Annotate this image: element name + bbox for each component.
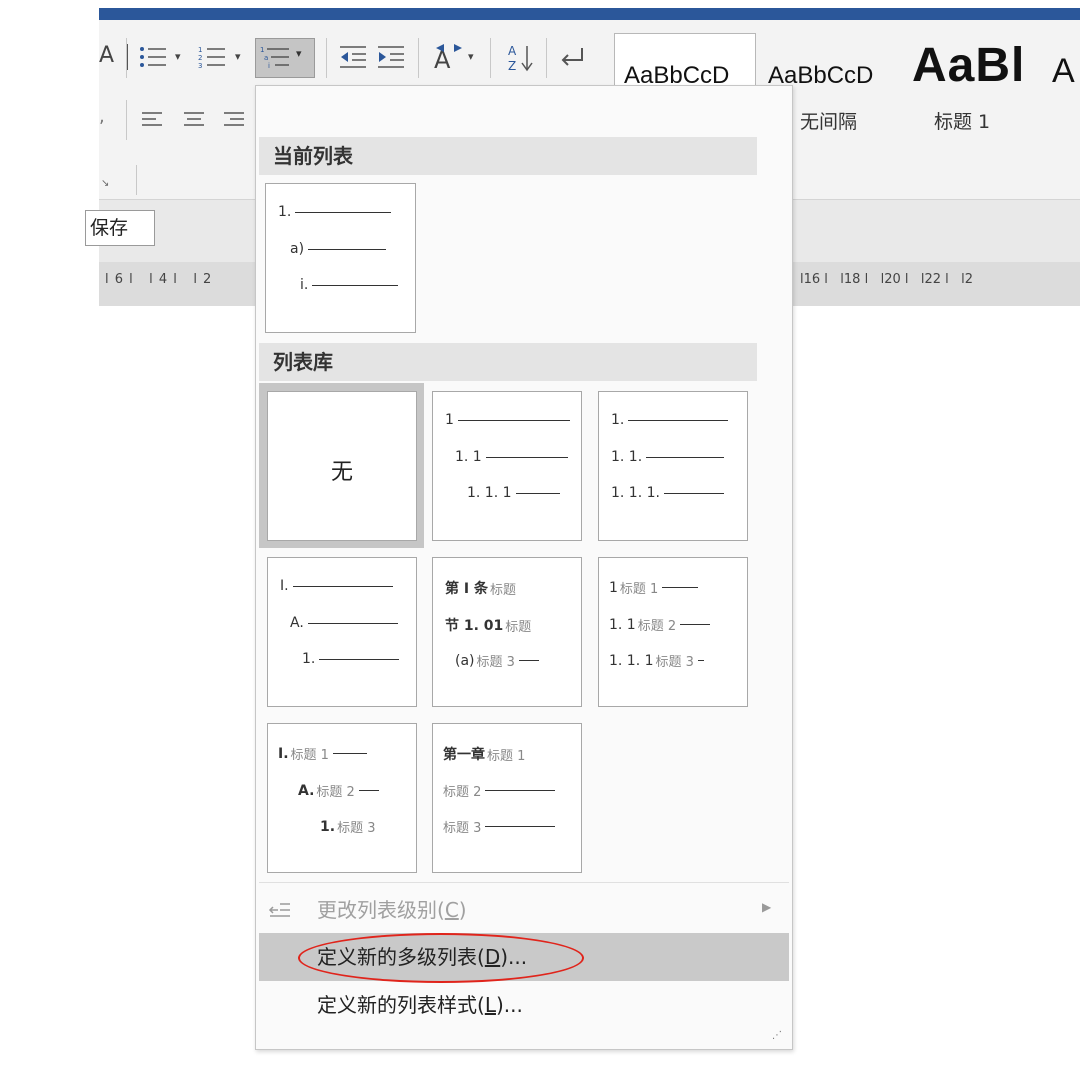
- numbered-list-icon[interactable]: 123: [197, 44, 229, 75]
- separator: [418, 38, 419, 78]
- svg-text:a: a: [264, 54, 268, 62]
- ruler-ticks-right: l16 l l18 l l20 l l22 l l2: [800, 272, 974, 287]
- chevron-down-icon[interactable]: ▾: [175, 50, 181, 63]
- list-level-3: 1. 1. 1: [467, 485, 560, 501]
- separator: [126, 38, 127, 78]
- current-list-header: 当前列表: [259, 137, 757, 175]
- list-level-1: 1.: [611, 412, 729, 428]
- chevron-down-icon[interactable]: ▾: [235, 50, 241, 63]
- chevron-down-icon: ▾: [296, 47, 302, 60]
- change-list-level-item[interactable]: 更改列表级别(C): [259, 886, 789, 934]
- list-level-3: i.: [300, 277, 399, 293]
- list-level-1: I.: [280, 578, 393, 594]
- list-library-tile-chapter[interactable]: 第一章 标题 1 标题 2 标题 3: [432, 723, 582, 873]
- style-label-heading1: 标题 1: [934, 111, 991, 133]
- list-level-1: 第一章 标题 1: [443, 747, 526, 764]
- ruler-ticks-left: l 6 l l 4 l l 2: [105, 272, 213, 287]
- list-level-2: a): [290, 241, 387, 257]
- define-new-list-style-item[interactable]: 定义新的列表样式(L)...: [259, 981, 789, 1029]
- asian-layout-icon[interactable]: A: [432, 42, 466, 76]
- separator: [490, 38, 491, 78]
- align-right-icon[interactable]: [222, 110, 246, 134]
- svg-text:1: 1: [260, 46, 264, 54]
- list-level-2: 1. 1.: [611, 449, 725, 465]
- list-library-tile[interactable]: 1 1. 1 1. 1. 1: [432, 391, 582, 541]
- list-library-tile[interactable]: 1. 1. 1. 1. 1. 1.: [598, 391, 748, 541]
- list-level-3: 1. 1. 1.: [611, 485, 724, 501]
- list-library-tile-headings-roman[interactable]: I. 标题 1 A. 标题 2 1. 标题 3: [267, 723, 417, 873]
- style-label-no-spacing: 无间隔: [800, 111, 858, 133]
- list-level-3: 1. 标题 3: [320, 818, 376, 837]
- svg-text:A: A: [508, 44, 517, 58]
- list-level-1: I. 标题 1: [278, 744, 367, 763]
- svg-text:i: i: [268, 62, 270, 70]
- menu-divider: [259, 882, 789, 883]
- list-level-3: 1.: [302, 651, 400, 667]
- sort-icon[interactable]: AZ: [506, 42, 536, 78]
- resize-grip-icon[interactable]: ⋰: [772, 1030, 782, 1041]
- increase-indent-icon[interactable]: [376, 44, 406, 75]
- list-level-1: 1 标题 1: [609, 578, 699, 597]
- align-center-icon[interactable]: [182, 110, 206, 134]
- dialog-launcher-icon[interactable]: ↘: [101, 178, 109, 189]
- multilevel-list-button[interactable]: 1ai ▾: [255, 38, 315, 78]
- list-library-tile-headings-article[interactable]: 第 Ⅰ 条标题 节 1. 01 标题 (a) 标题 3: [432, 557, 582, 707]
- svg-text:Z: Z: [508, 59, 516, 73]
- save-button[interactable]: 保存: [85, 210, 155, 246]
- align-partial: ,: [99, 106, 105, 127]
- separator: [546, 38, 547, 78]
- list-library-header: 列表库: [259, 343, 757, 381]
- list-level-1: 1: [445, 412, 570, 428]
- list-level-2: 节 1. 01 标题: [445, 618, 532, 635]
- list-level-2: 1. 1: [455, 449, 568, 465]
- list-level-3: (a) 标题 3: [455, 651, 539, 670]
- list-level-3: 1. 1. 1 标题 3: [609, 651, 704, 670]
- show-formatting-marks-icon[interactable]: [558, 44, 588, 74]
- svg-text:1: 1: [198, 46, 202, 54]
- style-preview-heading1[interactable]: AaBl: [912, 38, 1025, 93]
- submenu-arrow-icon: ▶: [762, 900, 772, 914]
- separator: [326, 38, 327, 78]
- list-level-1: 第 Ⅰ 条标题: [445, 581, 516, 598]
- list-level-2: A. 标题 2: [298, 781, 379, 800]
- list-library-tile[interactable]: I. A. 1.: [267, 557, 417, 707]
- separator: [136, 165, 137, 195]
- svg-text:2: 2: [198, 54, 202, 62]
- separator: [126, 100, 127, 140]
- list-level-2: A.: [290, 615, 398, 631]
- title-bar: [99, 8, 1080, 20]
- change-level-icon: [268, 898, 292, 924]
- style-preview-heading2[interactable]: A: [1052, 52, 1075, 91]
- list-none-label: 无: [330, 460, 353, 485]
- bullet-list-icon[interactable]: [138, 44, 170, 75]
- decrease-indent-icon[interactable]: [338, 44, 368, 75]
- red-annotation-ellipse: [298, 933, 584, 983]
- svg-text:3: 3: [198, 62, 202, 70]
- list-level-2: 1. 1 标题 2: [609, 615, 711, 634]
- align-left-icon[interactable]: [140, 110, 164, 134]
- list-library-tile-headings[interactable]: 1 标题 1 1. 1 标题 2 1. 1. 1 标题 3: [598, 557, 748, 707]
- current-list-tile[interactable]: 1. a) i.: [265, 183, 416, 333]
- list-level-3: 标题 3: [443, 817, 556, 836]
- list-none-tile[interactable]: 无: [267, 391, 417, 541]
- chevron-down-icon[interactable]: ▾: [468, 50, 474, 63]
- font-color-button-partial[interactable]: A: [99, 44, 114, 68]
- list-level-2: 标题 2: [443, 781, 556, 800]
- list-level-1: 1.: [278, 204, 392, 220]
